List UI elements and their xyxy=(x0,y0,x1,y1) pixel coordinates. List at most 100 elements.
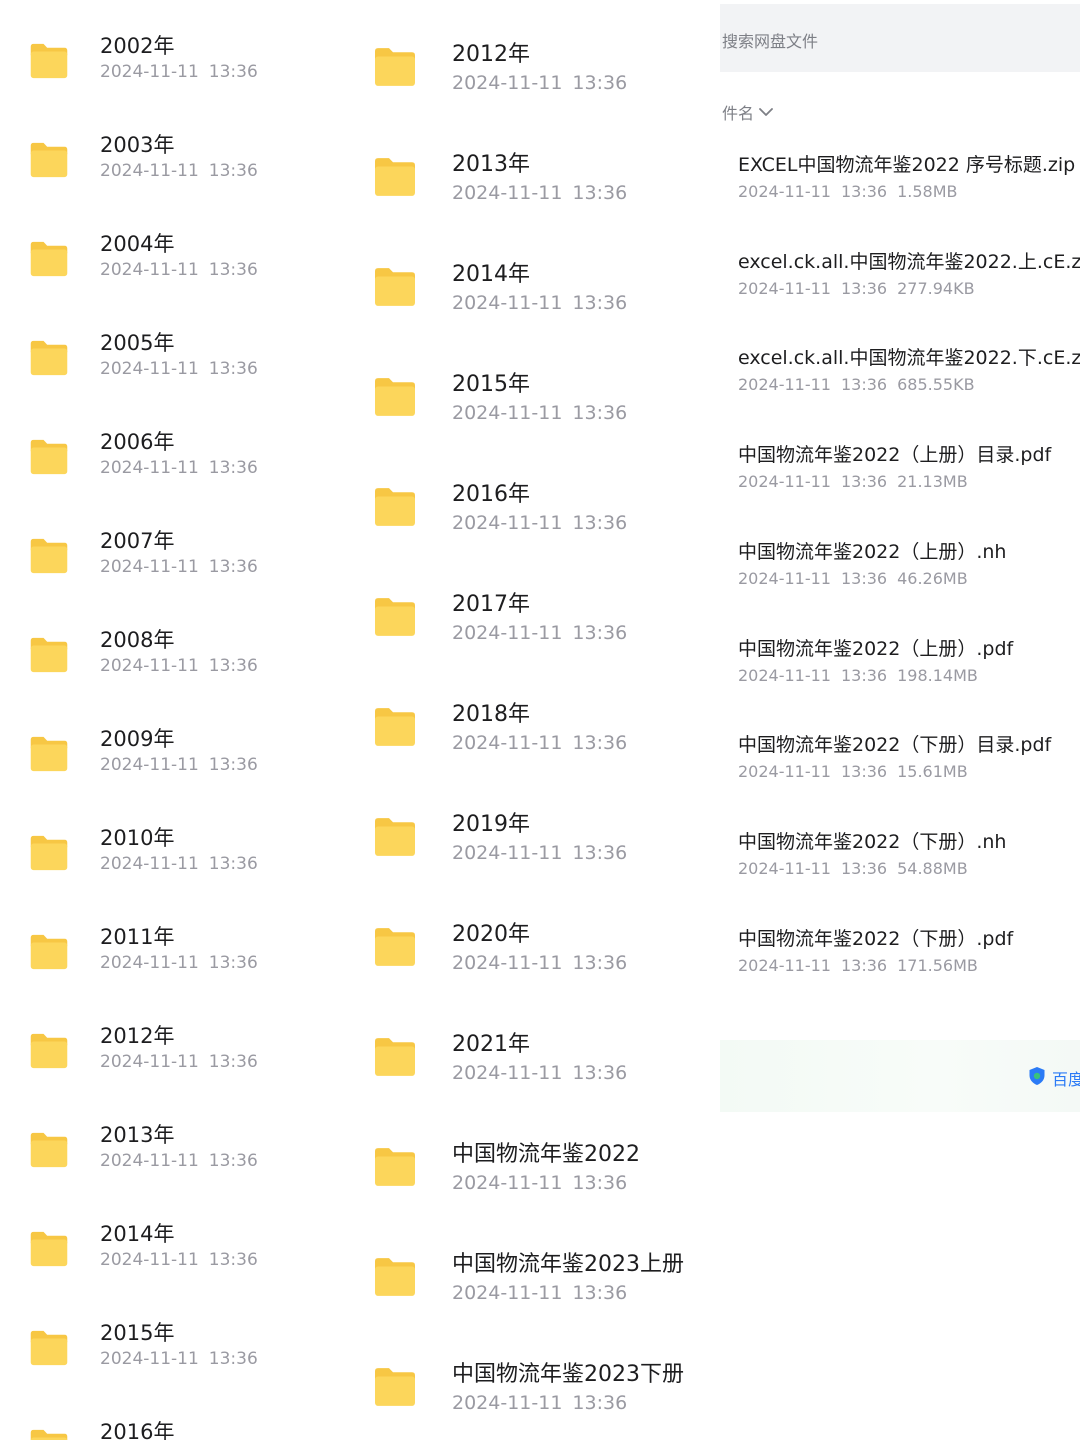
folder-name: 2013年 xyxy=(100,1123,175,1147)
file-size: 277.94KB xyxy=(897,278,975,298)
file-meta: 2024-11-11 13:36 277.94KB xyxy=(738,279,985,298)
folder-icon xyxy=(28,1329,70,1367)
modified-time: 13:36 xyxy=(572,622,628,644)
file-row[interactable]: 中国物流年鉴2022（下册）目录.pdf 2024-11-11 13:36 15.61… xyxy=(720,730,1080,820)
modified-date: 2024-11-11 xyxy=(100,161,199,181)
modified-time: 13:36 xyxy=(208,854,258,874)
modified-time: 13:36 xyxy=(840,762,888,782)
folder-modified: 2024-11-11 13:36 xyxy=(452,1282,637,1304)
folder-icon xyxy=(28,240,70,278)
folder-icon xyxy=(28,42,70,80)
modified-date: 2024-11-11 xyxy=(100,755,199,775)
promo-banner[interactable]: 百度 xyxy=(720,1040,1080,1112)
folder-icon xyxy=(28,1032,70,1070)
folder-modified: 2024-11-11 13:36 xyxy=(100,359,268,379)
modified-time: 13:36 xyxy=(572,512,628,534)
modified-date: 2024-11-11 xyxy=(100,1250,199,1270)
modified-date: 2024-11-11 xyxy=(100,458,199,478)
folder-name: 2016年 xyxy=(100,1420,175,1440)
folder-modified: 2024-11-11 13:36 xyxy=(100,1349,268,1369)
modified-time: 13:36 xyxy=(208,1250,258,1270)
modified-date: 2024-11-11 xyxy=(452,512,563,534)
folder-modified: 2024-11-11 13:36 xyxy=(100,1052,268,1072)
file-row[interactable]: 中国物流年鉴2022（上册）.pdf 2024-11-11 13:36 198.14M… xyxy=(720,634,1080,724)
modified-date: 2024-11-11 xyxy=(738,182,831,201)
file-size: 46.26MB xyxy=(897,568,968,588)
modified-time: 13:36 xyxy=(572,1392,628,1414)
modified-time: 13:36 xyxy=(208,260,258,280)
modified-date: 2024-11-11 xyxy=(452,1392,563,1414)
file-row[interactable]: 中国物流年鉴2022（上册）.nh 2024-11-11 13:36 46.26MB xyxy=(720,537,1080,627)
file-name: 中国物流年鉴2022（上册）目录.pdf xyxy=(738,444,1052,467)
folder-icon xyxy=(28,933,70,971)
modified-date: 2024-11-11 xyxy=(100,656,199,676)
modified-date: 2024-11-11 xyxy=(738,955,831,975)
modified-time: 13:36 xyxy=(208,656,258,676)
folder-icon xyxy=(372,486,418,528)
folder-modified: 2024-11-11 13:36 xyxy=(100,161,268,181)
modified-time: 13:36 xyxy=(840,375,888,395)
modified-time: 13:36 xyxy=(572,842,628,864)
search-bar[interactable]: 搜索网盘文件 xyxy=(720,4,1080,72)
modified-date: 2024-11-11 xyxy=(452,1282,563,1304)
modified-time: 13:36 xyxy=(572,952,628,974)
modified-time: 13:36 xyxy=(208,1052,258,1072)
file-row[interactable]: EXCEL中国物流年鉴2022 序号标题.zip 2024-11-11 13:36 1… xyxy=(720,150,1080,240)
modified-date: 2024-11-11 xyxy=(452,72,563,94)
file-row[interactable]: 中国物流年鉴2022（上册）目录.pdf 2024-11-11 13:36 21.13… xyxy=(720,440,1080,530)
modified-date: 2024-11-11 xyxy=(100,1052,199,1072)
modified-date: 2024-11-11 xyxy=(738,665,831,685)
file-meta: 2024-11-11 13:36 21.13MB xyxy=(738,472,978,491)
folder-modified: 2024-11-11 13:36 xyxy=(452,732,637,754)
folder-name: 中国物流年鉴2022 xyxy=(452,1142,640,1167)
modified-time: 13:36 xyxy=(208,359,258,379)
folder-name: 2014年 xyxy=(100,1222,175,1246)
modified-time: 13:36 xyxy=(208,458,258,478)
file-meta: 2024-11-11 13:36 46.26MB xyxy=(738,569,978,588)
folder-name: 2012年 xyxy=(100,1024,175,1048)
folder-icon xyxy=(28,1131,70,1169)
folder-icon xyxy=(28,1230,70,1268)
modified-date: 2024-11-11 xyxy=(452,1172,563,1194)
folder-name: 2021年 xyxy=(452,1032,530,1057)
folder-name: 2007年 xyxy=(100,529,175,553)
folder-name: 2016年 xyxy=(452,482,530,507)
folder-icon xyxy=(372,156,418,198)
modified-date: 2024-11-11 xyxy=(738,762,831,782)
modified-time: 13:36 xyxy=(208,953,258,973)
file-row[interactable]: excel.ck.all.中国物流年鉴2022.下.cE.zi 2024-11-1… xyxy=(720,343,1080,433)
folder-name: 2009年 xyxy=(100,727,175,751)
file-name: 中国物流年鉴2022（下册）.pdf xyxy=(738,927,1014,950)
folder-modified: 2024-11-11 13:36 xyxy=(100,1151,268,1171)
file-name: 中国物流年鉴2022（上册）.nh xyxy=(738,540,1007,563)
file-row[interactable]: 中国物流年鉴2022（下册）.nh 2024-11-11 13:36 54.88MB xyxy=(720,827,1080,917)
modified-time: 13:36 xyxy=(840,472,888,492)
folder-icon xyxy=(372,1146,418,1188)
file-size: 171.56MB xyxy=(897,955,978,975)
folder-name: 2020年 xyxy=(452,922,530,947)
modified-date: 2024-11-11 xyxy=(452,952,563,974)
folder-icon xyxy=(372,46,418,88)
sort-by-name[interactable]: 件名 xyxy=(722,100,774,124)
modified-time: 13:36 xyxy=(572,72,628,94)
modified-date: 2024-11-11 xyxy=(100,1151,199,1171)
file-meta: 2024-11-11 13:36 198.14MB xyxy=(738,666,988,685)
modified-time: 13:36 xyxy=(572,1282,628,1304)
folder-list-left: 2002年 2024-11-11 13:36 2003年 2024-11-11 13:36… xyxy=(0,0,350,1440)
modified-date: 2024-11-11 xyxy=(452,402,563,424)
folder-name: 中国物流年鉴2023下册 xyxy=(452,1362,684,1387)
modified-date: 2024-11-11 xyxy=(452,1062,563,1084)
folder-modified: 2024-11-11 13:36 xyxy=(100,953,268,973)
folder-modified: 2024-11-11 13:36 xyxy=(452,182,637,204)
folder-modified: 2024-11-11 13:36 xyxy=(100,557,268,577)
file-row[interactable]: 中国物流年鉴2022（下册）.pdf 2024-11-11 13:36 171.56M… xyxy=(720,924,1080,1014)
modified-time: 13:36 xyxy=(208,1151,258,1171)
folder-icon xyxy=(372,596,418,638)
file-meta: 2024-11-11 13:36 15.61MB xyxy=(738,762,978,781)
file-row[interactable]: excel.ck.all.中国物流年鉴2022.上.cE.zi 2024-11-1… xyxy=(720,247,1080,337)
modified-date: 2024-11-11 xyxy=(452,842,563,864)
modified-time: 13:36 xyxy=(840,278,888,298)
folder-name: 2014年 xyxy=(452,262,530,287)
folder-modified: 2024-11-11 13:36 xyxy=(452,1172,637,1194)
chevron-down-icon xyxy=(759,108,773,116)
